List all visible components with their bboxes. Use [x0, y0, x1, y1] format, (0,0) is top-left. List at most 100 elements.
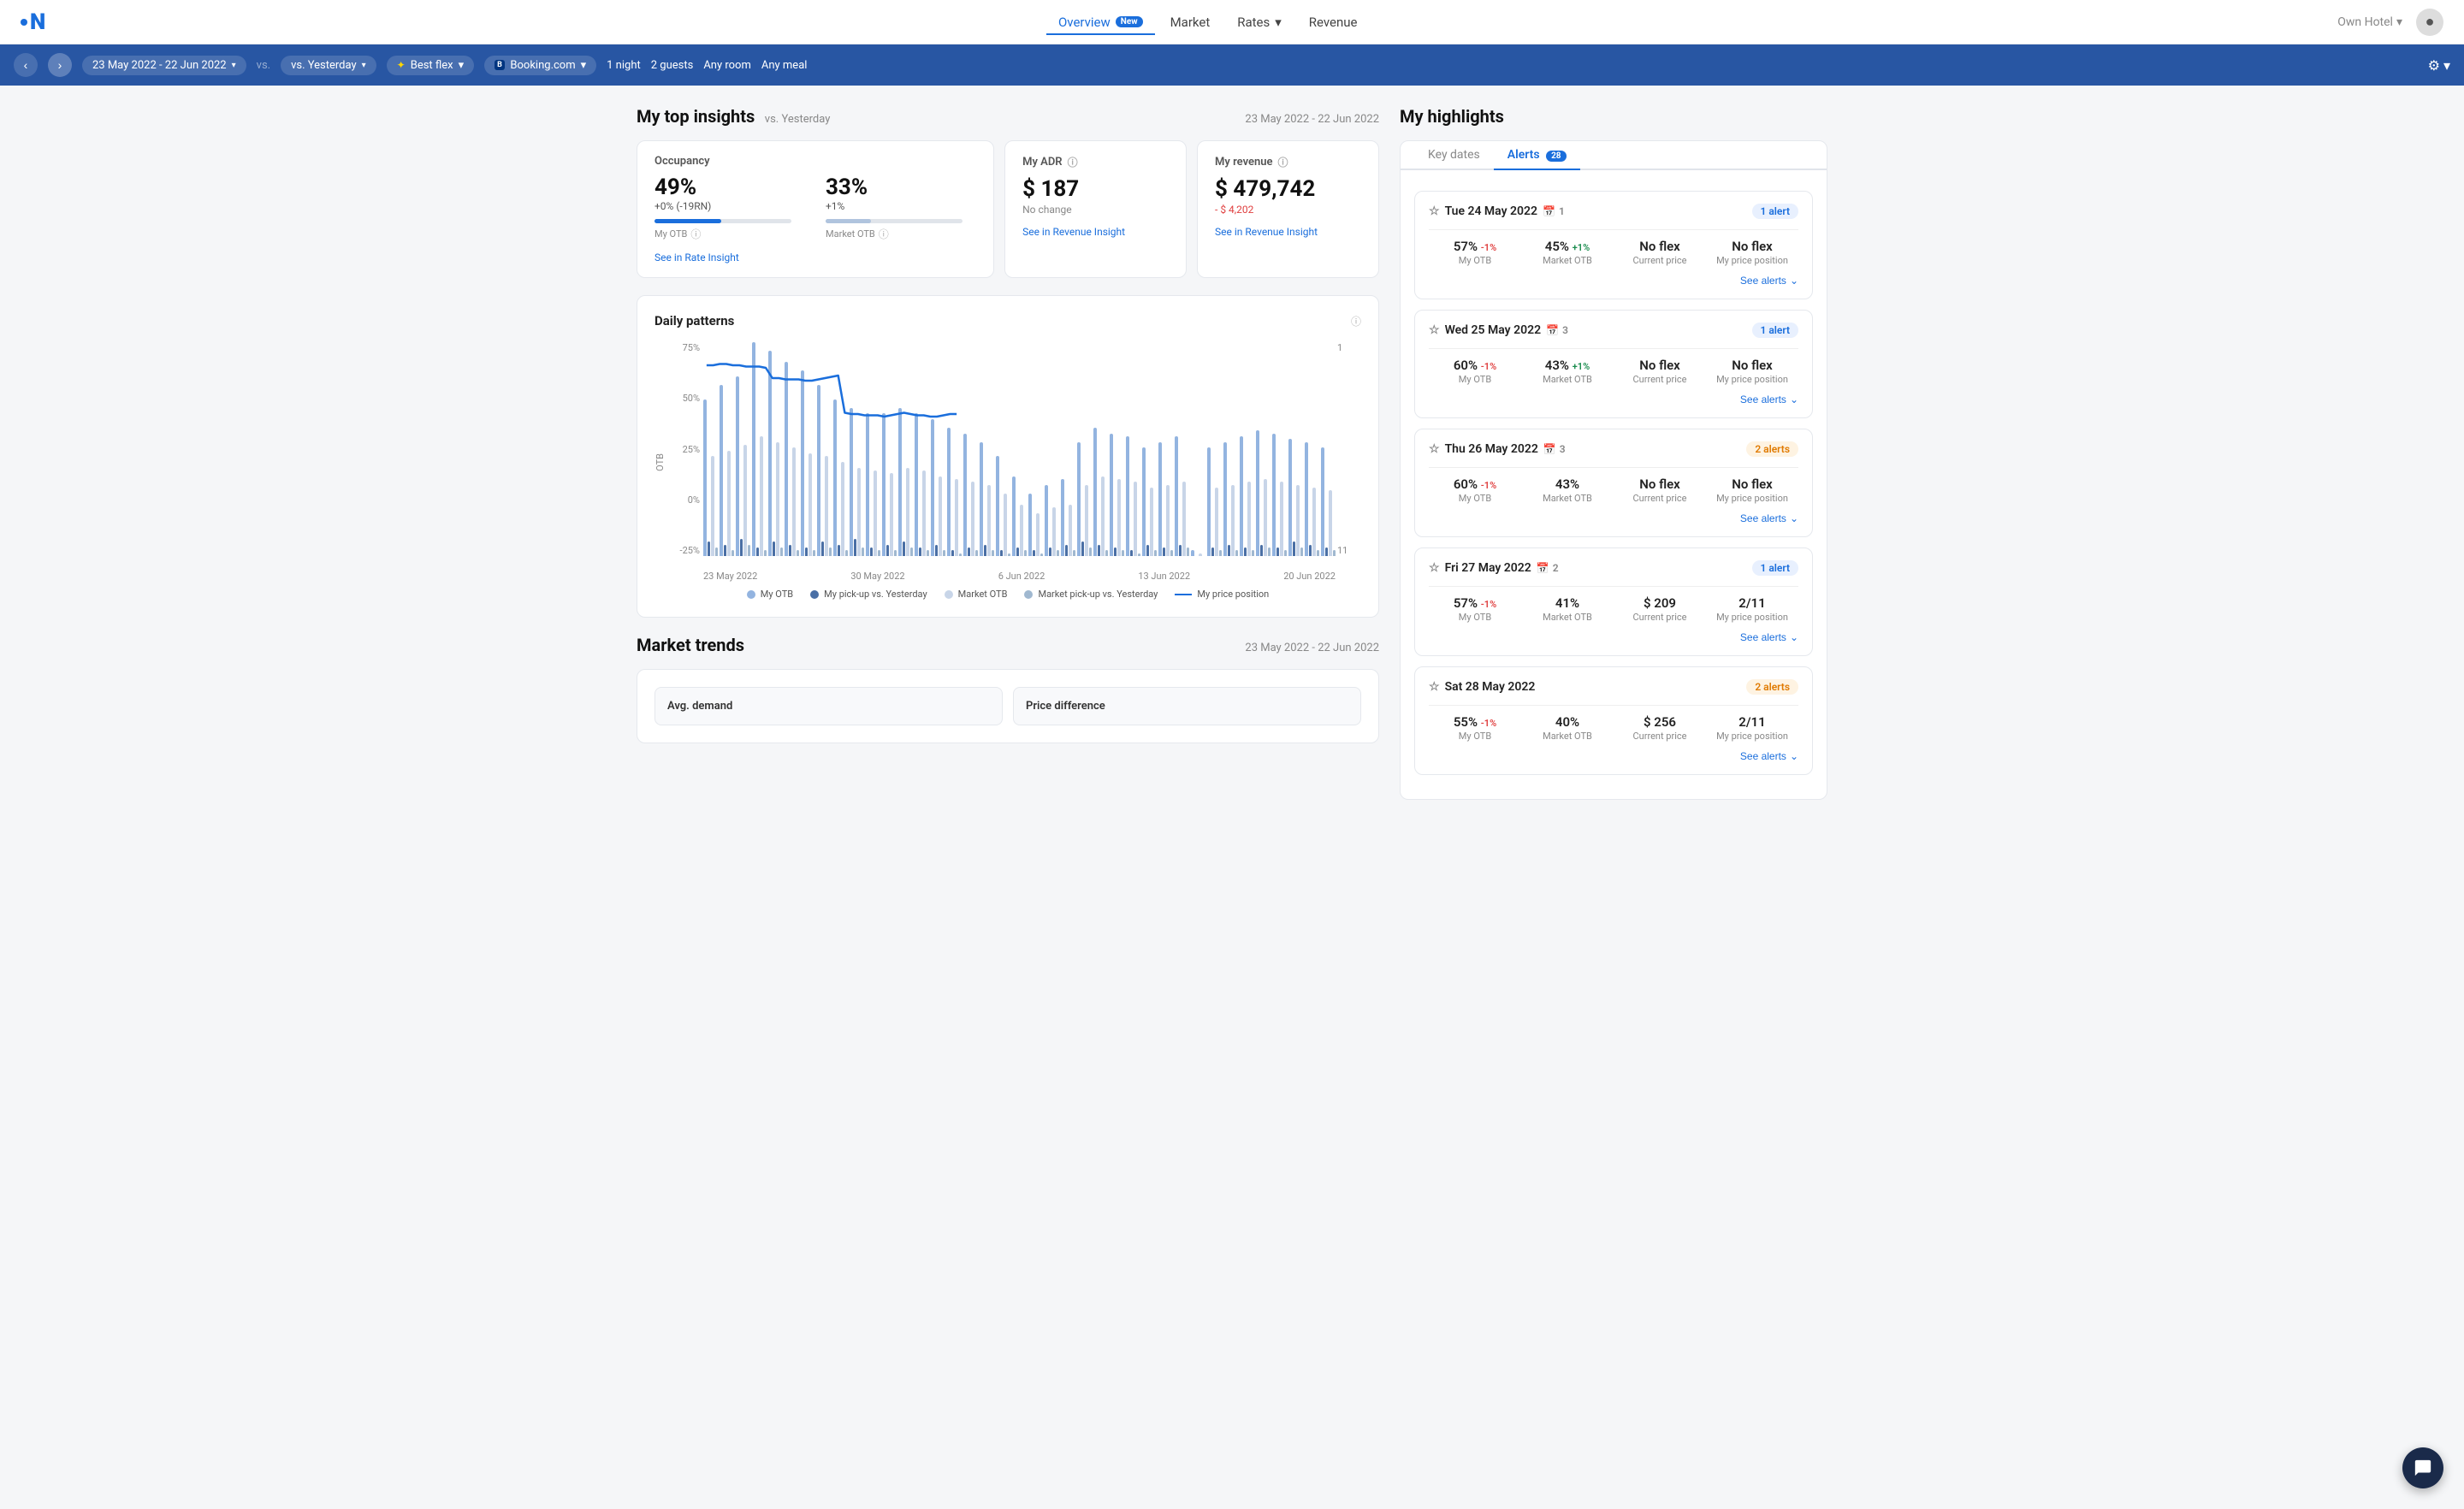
bar-group-31 — [1207, 342, 1222, 556]
nav-overview[interactable]: Overview New — [1046, 9, 1155, 35]
market-otb-block: 33% +1% Market OTB ⓘ — [826, 175, 962, 241]
bar-myotb — [866, 413, 869, 556]
bar-myotb — [1077, 442, 1081, 556]
bar-mktpickup — [829, 547, 832, 556]
see-alerts-row-3: See alerts ⌄ — [1429, 631, 1798, 643]
bar-myotb — [1045, 485, 1048, 556]
bar-myotb — [1093, 428, 1097, 556]
see-alerts-btn-3[interactable]: See alerts ⌄ — [1740, 631, 1798, 643]
nav-next-btn[interactable]: › — [48, 53, 72, 77]
alert-metrics-1: 60% -1% My OTB 43% +1% Market OTB No fle… — [1429, 358, 1798, 385]
bar-pickup — [951, 550, 955, 556]
sub-nav: ‹ › 23 May 2022 - 22 Jun 2022 ▾ vs. vs. … — [0, 44, 2464, 86]
comparison-chip[interactable]: vs. Yesterday ▾ — [281, 56, 376, 75]
nav-rates[interactable]: Rates ▾ — [1225, 9, 1294, 35]
alert-badge-0: 1 alert — [1752, 204, 1799, 219]
bar-group-35 — [1272, 342, 1287, 556]
see-alerts-btn-0[interactable]: See alerts ⌄ — [1740, 275, 1798, 287]
bar-marketotb — [955, 479, 958, 556]
bar-group-22 — [1061, 342, 1075, 556]
bar-marketotb — [792, 447, 796, 556]
bar-marketotb — [890, 473, 893, 556]
legend-myotb: My OTB — [747, 589, 793, 600]
alert-date-left-1: ☆ Wed 25 May 2022 📅 3 — [1429, 323, 1568, 337]
bar-pickup — [838, 545, 841, 556]
cal-badge-3: 📅 2 — [1537, 562, 1559, 574]
tab-key-dates[interactable]: Key dates — [1414, 141, 1494, 170]
occ-see-insight[interactable]: See in Rate Insight — [654, 252, 976, 263]
bar-group-4 — [768, 342, 783, 556]
bar-marketotb — [1101, 476, 1105, 556]
hotel-selector[interactable]: Own Hotel ▾ — [2337, 15, 2402, 29]
alert-divider-2 — [1429, 467, 1798, 468]
bar-group-5 — [785, 342, 799, 556]
bar-pickup — [1033, 550, 1036, 556]
alert-metric-1-1: 43% +1% Market OTB — [1521, 358, 1614, 385]
chart-header: Daily patterns ⓘ — [654, 313, 1361, 328]
bar-group-0 — [703, 342, 718, 556]
bar-marketotb — [922, 470, 926, 556]
chart-inner: 75% 50% 25% 0% -25% 1 — [669, 342, 1361, 582]
nav-revenue[interactable]: Revenue — [1297, 9, 1370, 35]
bar-myotb — [1126, 436, 1129, 556]
bar-mktpickup — [1284, 550, 1288, 556]
my-otb-label: My OTB ⓘ — [654, 227, 791, 241]
gear-caret: ▾ — [2443, 57, 2450, 74]
alert-date-3: Fri 27 May 2022 — [1445, 561, 1531, 575]
revenue-see-insight[interactable]: See in Revenue Insight — [1215, 226, 1361, 238]
chart-right-y: 1 11 — [1337, 342, 1361, 556]
flex-chip[interactable]: ✦ Best flex ▾ — [387, 56, 475, 75]
adr-see-insight[interactable]: See in Revenue Insight — [1022, 226, 1169, 238]
alert-metric-0-1: 45% +1% Market OTB — [1521, 239, 1614, 266]
user-avatar[interactable]: ● — [2416, 9, 2443, 36]
bar-marketotb — [1296, 485, 1300, 556]
bar-mktpickup — [910, 547, 914, 556]
see-alerts-btn-1[interactable]: See alerts ⌄ — [1740, 394, 1798, 405]
star-icon-2: ☆ — [1429, 442, 1440, 456]
occupancy-metrics: 49% +0% (-19RN) My OTB ⓘ 33 — [654, 175, 976, 241]
bar-myotb — [1288, 439, 1292, 556]
cal-badge-0: 📅 1 — [1543, 205, 1565, 217]
bar-myotb — [882, 413, 886, 556]
alert-date-0: Tue 24 May 2022 — [1445, 204, 1537, 218]
alert-date-row-4: ☆ Sat 28 May 2022 2 alerts — [1429, 679, 1798, 695]
alert-metric-3-2: $ 209 Current price — [1614, 595, 1706, 623]
bar-group-21 — [1045, 342, 1059, 556]
see-alerts-btn-4[interactable]: See alerts ⌄ — [1740, 750, 1798, 762]
bar-marketotb — [1215, 488, 1218, 556]
revenue-info-icon: ⓘ — [1278, 155, 1288, 169]
nav-prev-btn[interactable]: ‹ — [14, 53, 38, 77]
right-tick-11: 11 — [1337, 545, 1361, 556]
bar-group-18 — [996, 342, 1010, 556]
bar-mktpickup — [1089, 547, 1093, 556]
bar-marketotb — [1020, 505, 1023, 556]
tab-alerts[interactable]: Alerts 28 — [1494, 141, 1580, 170]
booking-chip[interactable]: B Booking.com ▾ — [484, 56, 596, 75]
bar-marketotb — [1085, 485, 1088, 556]
date-caret: ▾ — [232, 61, 236, 70]
rates-caret: ▾ — [1275, 15, 1282, 30]
see-alerts-row-0: See alerts ⌄ — [1429, 275, 1798, 287]
bar-myotb — [996, 456, 999, 556]
legend-marketotb: Market OTB — [945, 589, 1008, 600]
bar-marketotb — [776, 442, 779, 556]
avg-demand-card: Avg. demand — [654, 687, 1003, 725]
date-range-chip[interactable]: 23 May 2022 - 22 Jun 2022 ▾ — [82, 56, 246, 75]
daily-patterns-card: Daily patterns ⓘ OTB 75% 50% 25% 0% -25% — [637, 295, 1379, 618]
bar-mktpickup — [732, 550, 735, 556]
bar-marketotb — [1166, 485, 1170, 556]
bar-group-32 — [1223, 342, 1238, 556]
bar-myotb — [768, 351, 772, 556]
bar-myotb — [1012, 476, 1016, 556]
see-alerts-btn-2[interactable]: See alerts ⌄ — [1740, 512, 1798, 524]
nav-right: Own Hotel ▾ ● — [2337, 9, 2443, 36]
logo[interactable]: N — [21, 9, 44, 35]
bar-group-11 — [882, 342, 897, 556]
settings-gear[interactable]: ⚙ ▾ — [2428, 57, 2450, 74]
chat-bubble[interactable] — [2402, 1447, 2443, 1488]
bar-marketotb — [1052, 507, 1056, 556]
bar-pickup — [821, 541, 825, 556]
bar-mktpickup — [1008, 553, 1011, 556]
nav-market[interactable]: Market — [1158, 9, 1223, 35]
bar-pickup — [854, 539, 857, 556]
